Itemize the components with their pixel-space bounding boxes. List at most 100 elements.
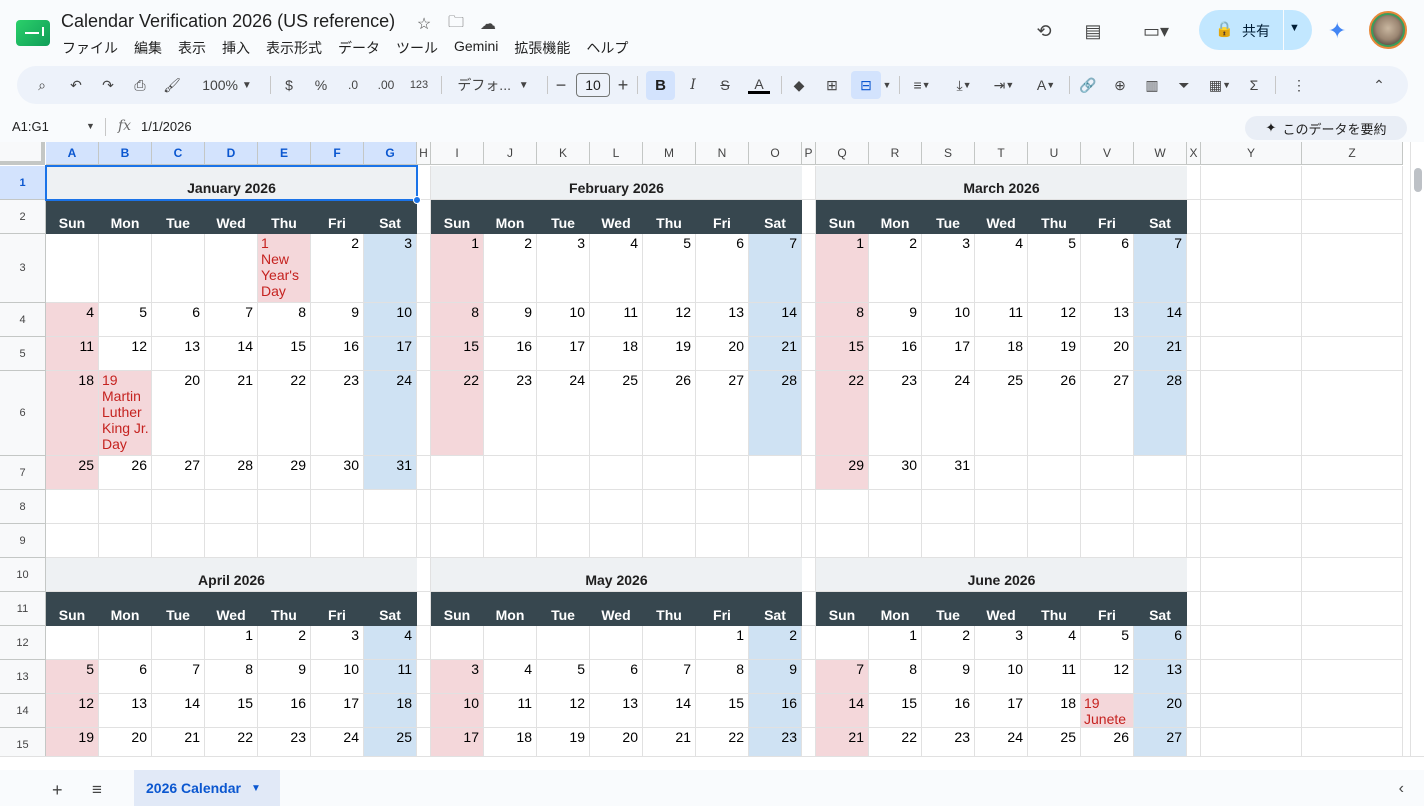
day-cell[interactable]: 6 (696, 234, 749, 303)
select-all-corner[interactable] (0, 142, 45, 165)
cell[interactable] (431, 490, 484, 524)
merge-dropdown-icon[interactable]: ▼ (881, 66, 893, 104)
paint-format-icon[interactable]: 🖌 (161, 66, 183, 104)
cell[interactable] (869, 490, 922, 524)
text-rotation-icon[interactable]: A ▼ (1029, 66, 1063, 104)
cell[interactable] (802, 592, 816, 626)
cell[interactable] (1187, 371, 1201, 456)
move-to-folder-icon[interactable]: 🗀 (444, 13, 468, 35)
cell[interactable] (1134, 524, 1187, 558)
day-cell[interactable]: 17 (364, 337, 417, 371)
cell[interactable] (99, 490, 152, 524)
text-wrapping-icon[interactable]: ⇥ ▼ (987, 66, 1021, 104)
day-cell[interactable]: 8 (816, 303, 869, 337)
day-cell[interactable]: 24 (922, 371, 975, 456)
day-cell[interactable]: 8 (431, 303, 484, 337)
cell[interactable] (1187, 694, 1201, 728)
day-cell[interactable]: 9 (922, 660, 975, 694)
day-cell[interactable] (205, 234, 258, 303)
row-header-6[interactable]: 6 (0, 371, 46, 456)
cell[interactable] (1201, 728, 1302, 756)
cell[interactable] (1201, 626, 1302, 660)
cell[interactable] (258, 490, 311, 524)
day-cell[interactable]: 16 (311, 337, 364, 371)
menu-item-5[interactable]: データ (338, 38, 380, 58)
cell[interactable] (1187, 490, 1201, 524)
cell[interactable] (417, 490, 431, 524)
day-cell[interactable]: 21 (816, 728, 869, 756)
day-cell[interactable] (484, 456, 537, 490)
day-cell[interactable]: 14 (749, 303, 802, 337)
cell[interactable] (802, 660, 816, 694)
day-cell[interactable]: 17 (431, 728, 484, 756)
day-cell[interactable]: 23 (749, 728, 802, 756)
day-cell[interactable]: 22 (816, 371, 869, 456)
row-header-10[interactable]: 10 (0, 558, 46, 592)
cell[interactable] (1187, 456, 1201, 490)
day-cell[interactable]: 26 (1081, 728, 1134, 756)
day-cell[interactable]: 15 (258, 337, 311, 371)
bold-button[interactable]: B (646, 71, 675, 100)
cell[interactable] (364, 524, 417, 558)
column-header-C[interactable]: C (152, 142, 205, 165)
day-cell[interactable]: 9 (311, 303, 364, 337)
cell[interactable] (696, 524, 749, 558)
day-cell[interactable]: 4 (590, 234, 643, 303)
day-cell[interactable]: 7 (816, 660, 869, 694)
day-cell[interactable]: 18 (975, 337, 1028, 371)
day-cell[interactable]: 1 (205, 626, 258, 660)
document-title[interactable]: Calendar Verification 2026 (US reference… (61, 11, 395, 32)
zoom-select[interactable]: 100% ▼ (195, 66, 259, 104)
day-cell[interactable]: 17 (311, 694, 364, 728)
sheets-logo-icon[interactable] (16, 20, 50, 46)
cell[interactable] (1134, 490, 1187, 524)
day-cell[interactable]: 21 (643, 728, 696, 756)
day-cell[interactable]: 13 (99, 694, 152, 728)
day-cell[interactable]: 1 (431, 234, 484, 303)
day-cell[interactable]: 4 (364, 626, 417, 660)
cell[interactable] (1201, 592, 1302, 626)
day-cell[interactable]: 3 (364, 234, 417, 303)
cell[interactable] (1201, 234, 1302, 303)
horizontal-align-icon[interactable]: ≡ ▼ (905, 66, 939, 104)
day-cell[interactable]: 13 (152, 337, 205, 371)
cell[interactable] (1187, 524, 1201, 558)
day-cell[interactable]: 27 (696, 371, 749, 456)
day-cell[interactable] (975, 456, 1028, 490)
day-cell[interactable]: 19 Junete enth (1081, 694, 1134, 728)
cell[interactable] (1302, 728, 1403, 756)
day-cell[interactable]: 25 (46, 456, 99, 490)
undo-icon[interactable]: ↶ (65, 66, 87, 104)
day-cell[interactable]: 20 (1081, 337, 1134, 371)
column-header-X[interactable]: X (1187, 142, 1201, 165)
day-cell[interactable]: 11 (46, 337, 99, 371)
day-cell[interactable]: 5 (537, 660, 590, 694)
day-cell[interactable]: 23 (484, 371, 537, 456)
increase-font-size-icon[interactable]: + (615, 66, 631, 104)
cell[interactable] (1302, 490, 1403, 524)
day-cell[interactable]: 24 (537, 371, 590, 456)
row-header-15[interactable]: 15 (0, 728, 46, 756)
version-history-icon[interactable]: ⟲ (1031, 18, 1057, 44)
cell[interactable] (417, 694, 431, 728)
cell[interactable] (417, 303, 431, 337)
day-cell[interactable]: 17 (537, 337, 590, 371)
cell[interactable] (1187, 728, 1201, 756)
redo-icon[interactable]: ↷ (97, 66, 119, 104)
add-sheet-icon[interactable]: + (52, 780, 63, 801)
day-cell[interactable]: 10 (975, 660, 1028, 694)
print-icon[interactable]: ⎙ (129, 66, 151, 104)
day-cell[interactable]: 23 (311, 371, 364, 456)
name-box-dropdown-icon[interactable]: ▼ (86, 121, 95, 131)
day-cell[interactable]: 12 (1081, 660, 1134, 694)
cell[interactable] (802, 558, 816, 592)
cell[interactable] (802, 337, 816, 371)
cell[interactable] (802, 234, 816, 303)
cell[interactable] (99, 524, 152, 558)
row-header-3[interactable]: 3 (0, 234, 46, 303)
day-cell[interactable]: 12 (643, 303, 696, 337)
day-cell[interactable]: 2 (258, 626, 311, 660)
day-cell[interactable] (590, 626, 643, 660)
meet-icon[interactable]: ▭▾ (1136, 18, 1176, 44)
day-cell[interactable]: 13 (1081, 303, 1134, 337)
